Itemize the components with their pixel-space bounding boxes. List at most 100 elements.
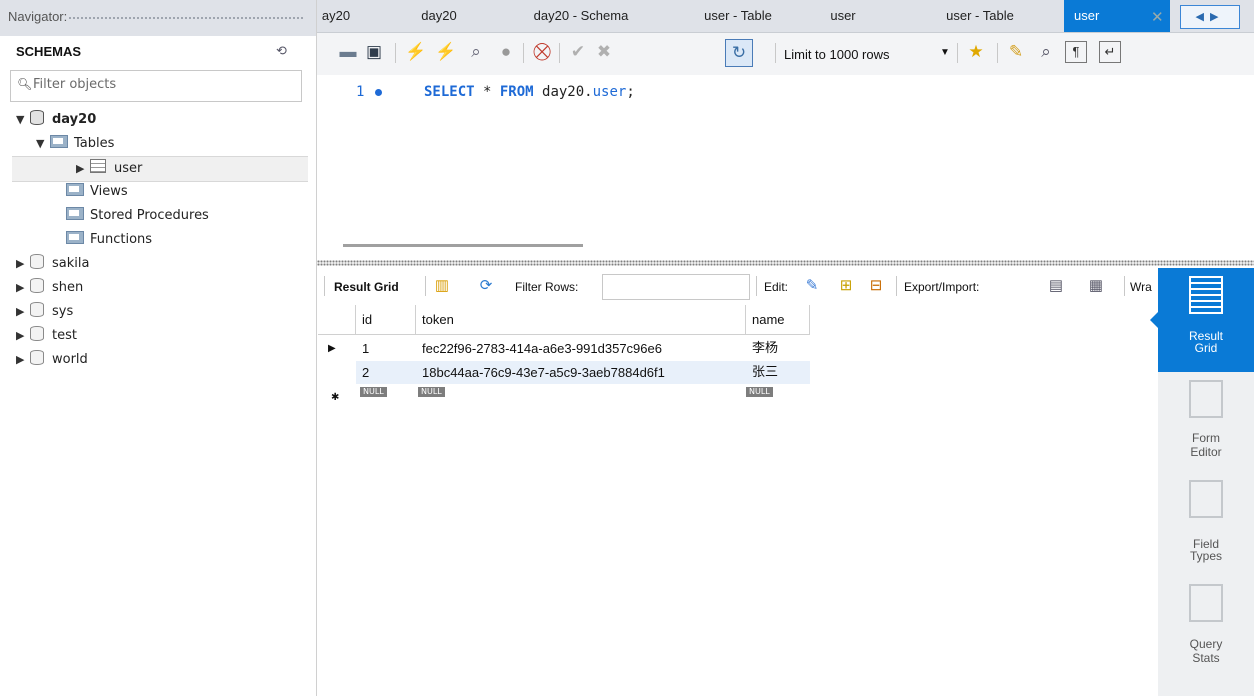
execute-icon[interactable]: ⚡	[405, 41, 427, 63]
tree-item-label: test	[52, 328, 77, 343]
null-badge[interactable]: NULL	[418, 387, 445, 397]
commit-icon[interactable]: ✔	[567, 41, 589, 63]
collapsed-triangle-icon[interactable]: ▶	[16, 300, 30, 324]
import-icon[interactable]: ▦	[1086, 276, 1106, 296]
tree-item-user[interactable]: ▶ user	[12, 156, 308, 182]
tab-ay20[interactable]: ay20	[318, 0, 354, 32]
tab-user[interactable]: user	[818, 0, 868, 32]
collapsed-triangle-icon[interactable]: ▶	[16, 252, 30, 276]
tree-item-tables[interactable]: ▼ Tables	[36, 132, 114, 156]
grid-layout-icon[interactable]: ▥	[432, 276, 452, 296]
sql-statement[interactable]: SELECT * FROM day20.user;	[424, 84, 635, 100]
explain-icon[interactable]: ⌕	[465, 41, 487, 63]
sql-keyword-from: FROM	[499, 84, 534, 100]
collapsed-triangle-icon[interactable]: ▶	[16, 324, 30, 348]
edit-row-icon[interactable]: ✎	[802, 276, 822, 296]
export-icon[interactable]: ▤	[1046, 276, 1066, 296]
tab-day20[interactable]: day20	[404, 0, 474, 32]
side-label: Query	[1189, 637, 1223, 651]
delete-row-icon[interactable]: ⊟	[866, 276, 886, 296]
filter-rows-input[interactable]	[602, 274, 750, 300]
save-icon[interactable]: ▣	[363, 41, 385, 63]
cell-token[interactable]: 18bc44aa-76c9-43e7-a5c9-3aeb7884d6f1	[422, 361, 665, 385]
tree-item-shen[interactable]: ▶ shen	[16, 276, 83, 300]
toolbar-separator	[425, 276, 426, 296]
horizontal-scrollbar[interactable]	[343, 244, 583, 247]
tree-item-label: Stored Procedures	[90, 208, 209, 223]
cell-id[interactable]: 2	[362, 361, 369, 385]
word-wrap-icon[interactable]: ↵	[1099, 41, 1121, 63]
refresh-icon[interactable]: ⟲	[276, 43, 287, 59]
toggle-error-icon[interactable]: ⛒	[531, 41, 553, 63]
sql-semicolon: ;	[626, 84, 635, 100]
cell-name[interactable]: 李杨	[752, 337, 778, 361]
invisible-chars-icon[interactable]: ¶	[1065, 41, 1087, 63]
autocommit-toggle-icon[interactable]: ↻	[725, 39, 753, 67]
tree-item-test[interactable]: ▶ test	[16, 324, 77, 348]
result-grid-label[interactable]: Result Grid	[334, 280, 399, 294]
limit-rows-select[interactable]: Limit to 1000 rows	[784, 47, 890, 62]
folder-icon	[66, 231, 84, 244]
tree-item-views[interactable]: Views	[66, 180, 128, 204]
navigator-title: Navigator:	[8, 9, 68, 24]
tree-item-day20[interactable]: ▼ day20	[16, 108, 96, 132]
panel-splitter[interactable]	[317, 260, 1254, 266]
collapsed-triangle-icon[interactable]: ▶	[16, 348, 30, 372]
collapsed-triangle-icon[interactable]: ▶	[16, 276, 30, 300]
execute-current-icon[interactable]: ⚡	[435, 41, 457, 63]
tree-item-functions[interactable]: Functions	[66, 228, 152, 252]
sql-editor[interactable]	[317, 76, 1254, 236]
wrap-cell-label[interactable]: Wra	[1130, 280, 1152, 294]
folder-icon	[66, 207, 84, 220]
column-header-id[interactable]: id	[356, 305, 416, 335]
sql-keyword-select: SELECT	[424, 84, 475, 100]
tab-user-table[interactable]: user - Table	[688, 0, 788, 32]
toolbar-separator	[559, 43, 560, 63]
insert-row-icon[interactable]: ⊞	[836, 276, 856, 296]
toolbar-separator	[395, 43, 396, 63]
open-folder-icon[interactable]: ▬	[337, 41, 359, 63]
expanded-triangle-icon[interactable]: ▼	[36, 132, 50, 156]
tree-item-stored-procedures[interactable]: Stored Procedures	[66, 204, 209, 228]
tree-item-label: shen	[52, 280, 84, 295]
rollback-icon[interactable]: ✖	[593, 41, 615, 63]
cell-token[interactable]: fec22f96-2783-414a-a6e3-991d357c96e6	[422, 337, 662, 361]
toolbar-separator	[756, 276, 757, 296]
expanded-triangle-icon[interactable]: ▼	[16, 108, 30, 132]
column-header-name[interactable]: name	[746, 305, 810, 335]
toolbar-separator	[896, 276, 897, 296]
null-badge[interactable]: NULL	[746, 387, 773, 397]
collapsed-triangle-icon[interactable]: ▶	[76, 157, 90, 181]
tree-item-world[interactable]: ▶ world	[16, 348, 88, 372]
column-header-token[interactable]: token	[416, 305, 746, 335]
cell-id[interactable]: 1	[362, 337, 369, 361]
sql-column: user	[592, 84, 627, 100]
filter-objects-input[interactable]: 🔍︎ Filter objects	[10, 70, 302, 102]
add-snippet-icon[interactable]: ★	[965, 41, 987, 63]
side-result-grid-button[interactable]: Result Grid	[1158, 268, 1254, 372]
side-label: Stats	[1192, 651, 1220, 665]
find-icon[interactable]: ⌕	[1035, 41, 1057, 63]
refresh-icon[interactable]: ⟳	[476, 276, 496, 296]
database-icon	[30, 254, 44, 269]
filter-rows-label: Filter Rows:	[515, 280, 579, 294]
tree-item-sys[interactable]: ▶ sys	[16, 300, 73, 324]
toolbar-separator	[775, 43, 776, 63]
cell-name[interactable]: 张三	[752, 361, 778, 385]
tree-item-sakila[interactable]: ▶ sakila	[16, 252, 89, 276]
chevron-down-icon[interactable]: ▼	[940, 47, 950, 58]
tree-item-label: world	[52, 352, 88, 367]
beautify-icon[interactable]: ✎	[1005, 41, 1027, 63]
tab-navigation-arrows-icon[interactable]: ◀▶	[1180, 5, 1240, 29]
toolbar-separator	[957, 43, 958, 63]
database-icon	[30, 110, 44, 125]
new-row-marker: ✱	[331, 392, 340, 403]
database-icon	[30, 302, 44, 317]
tab-day20-schema[interactable]: day20 - Schema	[518, 0, 644, 32]
stop-icon[interactable]: ●	[495, 41, 517, 63]
null-badge[interactable]: NULL	[360, 387, 387, 397]
toolbar-separator	[523, 43, 524, 63]
close-tab-icon[interactable]: ✕	[1151, 8, 1164, 26]
navigator-drag-grip[interactable]	[68, 16, 304, 20]
tab-user-table-2[interactable]: user - Table	[930, 0, 1030, 32]
